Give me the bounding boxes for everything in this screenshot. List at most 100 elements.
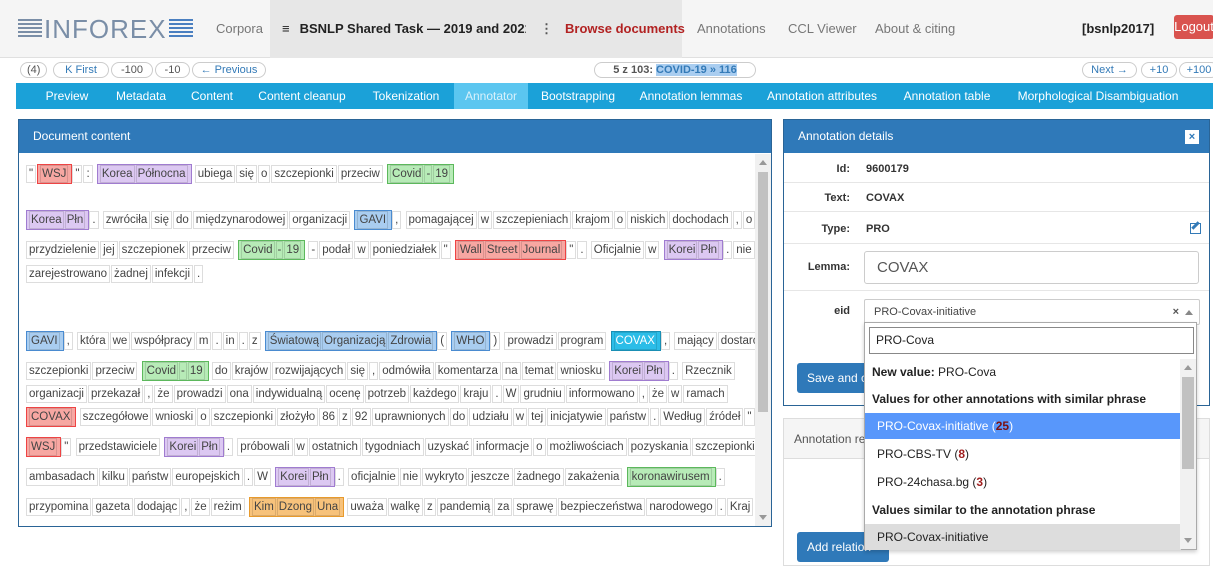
type-label: Type: bbox=[821, 223, 850, 235]
logo-bars-icon bbox=[18, 19, 42, 39]
tab-content-cleanup[interactable]: Content cleanup bbox=[248, 83, 356, 109]
scroll-down-icon[interactable] bbox=[1184, 538, 1192, 543]
minus-10-button[interactable]: -10 bbox=[155, 62, 190, 78]
scroll-down-icon[interactable] bbox=[759, 515, 767, 520]
option-new-value[interactable]: New value: PRO-Cova bbox=[865, 359, 1181, 385]
text-line: Korea Płn. zwróciła się do międzynarodowej or… bbox=[26, 210, 756, 230]
eid-dropdown: PRO-Cova New value: PRO-Cova Values for … bbox=[864, 322, 1197, 550]
option-label: PRO-CBS-TV bbox=[877, 447, 952, 461]
text-line: COVAX szczegółowe wnioski o szczepionki złoż… bbox=[26, 407, 756, 427]
plus-100-button[interactable]: +100 bbox=[1179, 62, 1213, 78]
type-value: PRO bbox=[866, 223, 890, 235]
nav-corpora[interactable]: Corpora bbox=[216, 0, 263, 58]
scroll-thumb[interactable] bbox=[758, 172, 768, 412]
document-panel: Document content " WSJ ": Korea Północna ub… bbox=[18, 119, 772, 527]
annotation[interactable]: Światową Organizacją Zdrowia bbox=[264, 331, 438, 351]
annotation[interactable]: Korei Płn bbox=[275, 467, 335, 487]
annotation[interactable]: WSJ bbox=[37, 164, 73, 184]
clear-icon[interactable]: × bbox=[1173, 300, 1179, 324]
option-item[interactable]: PRO-CBS-TV (8) bbox=[865, 441, 1181, 467]
caret-up-icon[interactable] bbox=[1185, 310, 1193, 315]
plus-10-button[interactable]: +10 bbox=[1141, 62, 1177, 78]
annotation[interactable]: Korea Północna bbox=[96, 164, 192, 184]
annotation[interactable]: GAVI bbox=[26, 331, 64, 351]
option-group-similar-annotation: Values similar to the annotation phrase bbox=[872, 503, 1096, 517]
annotation[interactable]: Korei Płn bbox=[164, 437, 224, 457]
option-count: 8 bbox=[958, 447, 966, 461]
tab-preview[interactable]: Preview bbox=[32, 83, 102, 109]
scroll-thumb[interactable] bbox=[1182, 377, 1194, 469]
position-prefix: 5 z 103: bbox=[613, 64, 657, 76]
nav-annotations[interactable]: Annotations bbox=[697, 0, 766, 58]
tab-bar: Preview Metadata Content Content cleanup… bbox=[16, 83, 1213, 109]
pager: (4) K First -100 -10 ← Previous 5 z 103:… bbox=[0, 58, 1213, 80]
text-value: COVAX bbox=[866, 192, 905, 204]
tab-content[interactable]: Content bbox=[180, 83, 244, 109]
document-position: 5 z 103: COVID-19 » 116 bbox=[594, 62, 756, 78]
lemma-label: Lemma: bbox=[807, 261, 850, 273]
tab-metadata[interactable]: Metadata bbox=[104, 83, 178, 109]
eid-search-input[interactable]: PRO-Cova bbox=[869, 327, 1194, 354]
next-button[interactable]: Next → bbox=[1082, 62, 1137, 78]
tab-annotation-attributes[interactable]: Annotation attributes bbox=[754, 83, 890, 109]
annotation[interactable]: WSJ bbox=[26, 437, 62, 457]
annotation[interactable]: koronawirusem bbox=[626, 467, 716, 487]
id-row: Id: 9600179 bbox=[784, 154, 1209, 183]
nav-browse-documents[interactable]: ⋮ Browse documents bbox=[526, 0, 685, 58]
annotation[interactable]: Korei Płn bbox=[609, 361, 669, 381]
text-line: przypomina gazeta dodając, że reżim Kim Dzong… bbox=[26, 497, 754, 517]
nav-corpus[interactable]: ≡ BSNLP Shared Task — 2019 and 2021 bbox=[270, 0, 532, 58]
option-count: 25 bbox=[995, 419, 1010, 433]
tab-bootstrapping[interactable]: Bootstrapping bbox=[530, 83, 626, 109]
annotation[interactable]: WHO bbox=[451, 331, 491, 351]
annotation[interactable]: Wall Street Journal bbox=[454, 240, 567, 260]
logout-button[interactable]: Logout bbox=[1174, 15, 1213, 39]
annotation-selected[interactable]: COVAX bbox=[610, 331, 661, 351]
nav-corpus-label: BSNLP Shared Task — 2019 and 2021 bbox=[299, 21, 532, 36]
user-name[interactable]: [bsnlp2017] bbox=[1082, 0, 1154, 58]
previous-button[interactable]: ← Previous bbox=[192, 62, 266, 78]
annotation[interactable]: Covid -19 bbox=[387, 164, 455, 184]
id-value: 9600179 bbox=[866, 163, 909, 175]
text-line: GAVI, która we współpracy m. in. z Światową Or… bbox=[26, 331, 771, 351]
minus-100-button[interactable]: -100 bbox=[111, 62, 153, 78]
annotation[interactable]: GAVI bbox=[354, 210, 393, 230]
lemma-input[interactable]: COVAX bbox=[864, 251, 1199, 284]
inforex-logo[interactable]: INFOREX bbox=[18, 14, 193, 44]
option-item[interactable]: PRO-Covax-initiative bbox=[865, 524, 1181, 550]
position-link[interactable]: COVID-19 » 116 bbox=[656, 64, 737, 76]
annotation[interactable]: COVAX bbox=[26, 407, 77, 427]
annotation[interactable]: Covid -19 bbox=[238, 240, 306, 260]
tab-annotator[interactable]: Annotator bbox=[454, 83, 528, 109]
text-line: szczepionki przeciw Covid -19 do krajów rozw… bbox=[26, 361, 736, 381]
dropdown-scrollbar[interactable] bbox=[1180, 359, 1196, 549]
text-line: organizacji przekazał, że prowadzi ona indywi… bbox=[26, 384, 729, 404]
first-button[interactable]: K First bbox=[53, 62, 109, 78]
tab-annotation-lemmas[interactable]: Annotation lemmas bbox=[630, 83, 752, 109]
scroll-up-icon[interactable] bbox=[1184, 365, 1192, 370]
annotation[interactable]: Kim Dzong Una bbox=[248, 497, 345, 517]
vertical-dots-icon: ⋮ bbox=[540, 21, 553, 36]
pager-count: (4) bbox=[20, 62, 47, 78]
nav-about[interactable]: About & citing bbox=[875, 0, 955, 58]
tab-morphological-disambiguation[interactable]: Morphological Disambiguation bbox=[1006, 83, 1190, 109]
tab-tokenization[interactable]: Tokenization bbox=[360, 83, 452, 109]
tab-annotation-table[interactable]: Annotation table bbox=[892, 83, 1002, 109]
annotation[interactable]: Covid -19 bbox=[141, 361, 209, 381]
edit-icon[interactable] bbox=[1190, 223, 1201, 234]
document-body: " WSJ ": Korea Północna ubiega się o szczepion… bbox=[19, 154, 771, 526]
text-line: przydzielenie jej szczepionek przeciw Covid… bbox=[26, 240, 756, 260]
option-item[interactable]: PRO-Covax-initiative (25) bbox=[865, 413, 1181, 439]
document-scrollbar[interactable] bbox=[755, 154, 771, 526]
close-icon[interactable]: × bbox=[1185, 130, 1199, 144]
annotation[interactable]: Korea Płn bbox=[26, 210, 90, 230]
nav-browse-label: Browse documents bbox=[565, 21, 685, 36]
option-label: PRO-Covax-initiative bbox=[877, 419, 989, 433]
annotation[interactable]: Korei Płn bbox=[663, 240, 724, 260]
annotation-details-title: Annotation details bbox=[784, 120, 1209, 153]
nav-ccl-viewer[interactable]: CCL Viewer bbox=[788, 0, 857, 58]
option-item[interactable]: PRO-24chasa.bg (3) bbox=[865, 469, 1181, 495]
scroll-up-icon[interactable] bbox=[759, 160, 767, 165]
hamburger-icon: ≡ bbox=[282, 21, 290, 36]
option-count: 3 bbox=[976, 475, 984, 489]
